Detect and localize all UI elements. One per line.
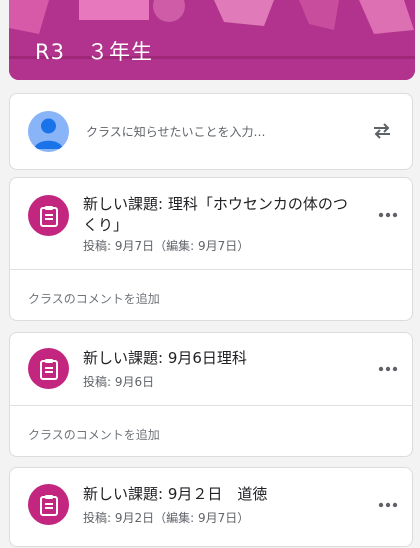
add-class-comment[interactable]: クラスのコメントを追加 xyxy=(10,406,412,456)
announcement-input[interactable]: クラスに知らせたいことを入力… xyxy=(86,123,266,140)
assignment-icon xyxy=(28,195,69,236)
more-options-icon[interactable] xyxy=(378,212,398,218)
announcement-composer[interactable]: クラスに知らせたいことを入力… xyxy=(9,93,413,170)
post-title[interactable]: 新しい課題: 理科「ホウセンカの体のつくり」 xyxy=(83,194,353,236)
person-icon xyxy=(28,111,69,152)
post-header[interactable]: 新しい課題: 9月２日 道徳 投稿: 9月2日（編集: 9月7日） xyxy=(10,468,412,548)
class-banner: R3 ３年生 xyxy=(9,0,415,80)
assignment-icon xyxy=(28,484,69,525)
assignment-post[interactable]: 新しい課題: 理科「ホウセンカの体のつくり」 投稿: 9月7日（編集: 9月7日… xyxy=(9,177,413,321)
post-title[interactable]: 新しい課題: 9月6日理科 xyxy=(83,348,353,369)
more-options-icon[interactable] xyxy=(378,366,398,372)
add-class-comment[interactable]: クラスのコメントを追加 xyxy=(10,270,412,320)
assignment-post[interactable]: 新しい課題: 9月２日 道徳 投稿: 9月2日（編集: 9月7日） xyxy=(9,467,413,547)
post-title[interactable]: 新しい課題: 9月２日 道徳 xyxy=(83,484,353,505)
post-meta: 投稿: 9月6日 xyxy=(83,375,155,389)
assignment-icon xyxy=(28,348,69,389)
post-header[interactable]: 新しい課題: 9月6日理科 投稿: 9月6日 xyxy=(10,333,412,405)
post-meta: 投稿: 9月7日（編集: 9月7日） xyxy=(83,239,250,253)
post-meta: 投稿: 9月2日（編集: 9月7日） xyxy=(83,511,250,525)
more-options-icon[interactable] xyxy=(378,502,398,508)
repost-icon[interactable] xyxy=(370,119,394,143)
post-header[interactable]: 新しい課題: 理科「ホウセンカの体のつくり」 投稿: 9月7日（編集: 9月7日… xyxy=(10,178,412,269)
class-title: R3 ３年生 xyxy=(35,40,153,64)
assignment-post[interactable]: 新しい課題: 9月6日理科 投稿: 9月6日 クラスのコメントを追加 xyxy=(9,332,413,457)
